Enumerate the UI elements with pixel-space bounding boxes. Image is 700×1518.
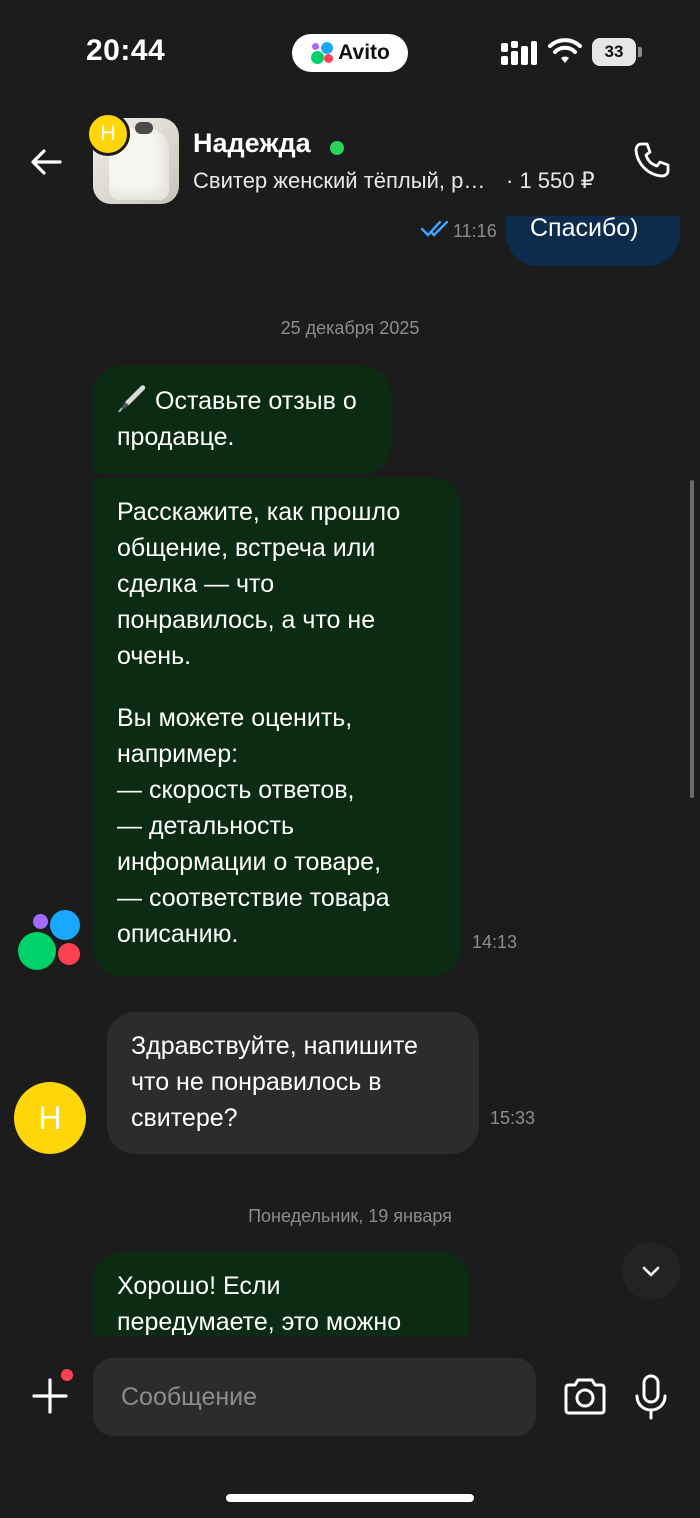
user-message-bubble[interactable]: Здравствуйте, напишите что не понравилос…	[107, 1012, 479, 1154]
home-indicator[interactable]	[226, 1494, 474, 1502]
notification-badge	[58, 1366, 76, 1384]
system-message-line: — скорость ответов,	[117, 776, 355, 804]
system-message-line: Вы можете оценить, например:	[117, 704, 353, 768]
battery-level: 33	[592, 38, 636, 66]
phone-icon[interactable]	[632, 140, 672, 180]
seller-mini-avatar: Н	[86, 112, 130, 156]
camera-icon[interactable]	[562, 1376, 608, 1416]
date-separator: Понедельник, 19 января	[248, 1206, 452, 1226]
system-message-text: Хорошо! Если передумаете, это можно	[117, 1272, 402, 1336]
hand-image-detail	[135, 122, 153, 134]
double-check-icon	[420, 220, 449, 237]
pen-icon	[118, 385, 146, 413]
my-message-time: 11:16	[453, 221, 497, 241]
avito-pill-label: Avito	[338, 41, 390, 64]
status-time: 20:44	[86, 34, 166, 67]
system-message-line: — детальность информации о товаре,	[117, 812, 382, 876]
system-message-paragraph: Расскажите, как прошло общение, встреча …	[117, 498, 401, 670]
message-input[interactable]	[93, 1358, 536, 1436]
system-message-bubble[interactable]: Расскажите, как прошло общение, встреча …	[93, 478, 461, 976]
my-message-text: Спасибо)	[530, 214, 639, 242]
chat-header: Н Надежда Свитер женский тёплый, размер …	[0, 104, 700, 216]
avito-avatar	[18, 910, 82, 970]
scroll-down-button[interactable]	[622, 1242, 680, 1300]
battery-tip	[638, 47, 642, 57]
user-message-time: 15:33	[490, 1108, 536, 1128]
signal-icon	[501, 41, 537, 65]
scrollbar[interactable]	[690, 480, 694, 798]
system-message-time: 14:13	[472, 932, 518, 952]
microphone-icon[interactable]	[634, 1374, 668, 1420]
contact-name[interactable]: Надежда	[193, 128, 311, 159]
wifi-icon	[548, 38, 582, 63]
date-separator: 25 декабря 2025	[280, 318, 420, 338]
system-message-bubble[interactable]: Оставьте отзыв о продавце.	[93, 366, 391, 474]
system-message-text: Оставьте отзыв о продавце.	[117, 387, 357, 451]
product-title[interactable]: Свитер женский тёплый, размер 48	[193, 168, 489, 194]
product-price: · 1 550 ₽	[506, 168, 595, 193]
system-message-line: — соответствие товара описанию.	[117, 884, 390, 948]
avito-app-pill[interactable]: Avito	[292, 34, 408, 72]
user-message-text: Здравствуйте, напишите что не понравилос…	[131, 1032, 418, 1132]
online-status-dot	[330, 141, 344, 155]
chevron-down-icon	[642, 1266, 660, 1277]
status-bar: 20:44 Avito 33	[0, 0, 700, 104]
battery-icon: 33	[592, 38, 642, 66]
avito-logo-icon	[310, 41, 334, 65]
user-avatar[interactable]: Н	[14, 1082, 86, 1154]
message-composer	[0, 1336, 700, 1518]
back-arrow-icon[interactable]	[26, 142, 66, 182]
